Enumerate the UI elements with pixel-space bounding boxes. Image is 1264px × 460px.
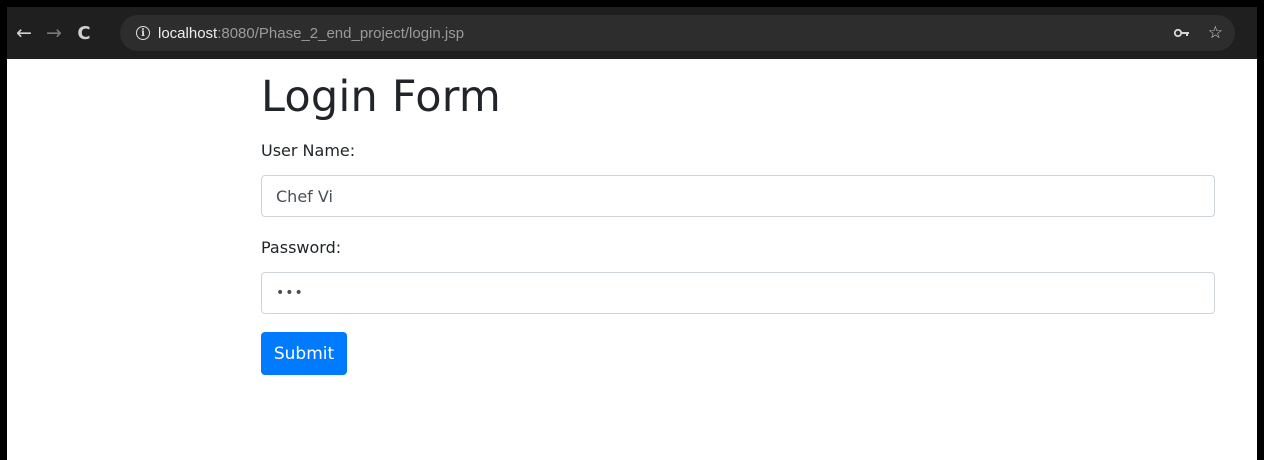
submit-button[interactable]: Submit — [261, 332, 347, 375]
address-bar[interactable]: i localhost:8080/Phase_2_end_project/log… — [120, 15, 1235, 51]
omnibox-actions: ☆ — [1173, 15, 1223, 51]
star-icon[interactable]: ☆ — [1208, 23, 1223, 43]
username-label: User Name: — [261, 141, 356, 160]
page-title: Login Form — [261, 72, 501, 122]
password-value: ••• — [276, 285, 304, 301]
username-input[interactable]: Chef Vi — [261, 175, 1215, 217]
url-text[interactable]: localhost:8080/Phase_2_end_project/login… — [158, 25, 464, 42]
forward-button[interactable]: → — [39, 18, 69, 48]
username-value: Chef Vi — [276, 186, 333, 206]
password-input[interactable]: ••• — [261, 272, 1215, 314]
url-host: localhost — [158, 24, 218, 42]
password-label: Password: — [261, 238, 342, 257]
arrow-left-icon: ← — [16, 22, 32, 44]
back-button[interactable]: ← — [9, 18, 39, 48]
url-path: :8080/Phase_2_end_project/login.jsp — [217, 24, 465, 42]
arrow-right-icon: → — [46, 22, 62, 44]
login-form: Login Form User Name: Chef Vi Password: … — [261, 59, 1215, 375]
key-icon-graphic — [1173, 28, 1189, 38]
key-icon[interactable] — [1173, 28, 1190, 38]
info-icon[interactable]: i — [136, 26, 150, 40]
browser-toolbar: ← → C i localhost:8080/Phase_2_end_proje… — [7, 7, 1257, 59]
browser-window: ← → C i localhost:8080/Phase_2_end_proje… — [7, 7, 1257, 460]
reload-button[interactable]: C — [69, 18, 99, 48]
reload-icon: C — [77, 22, 91, 44]
